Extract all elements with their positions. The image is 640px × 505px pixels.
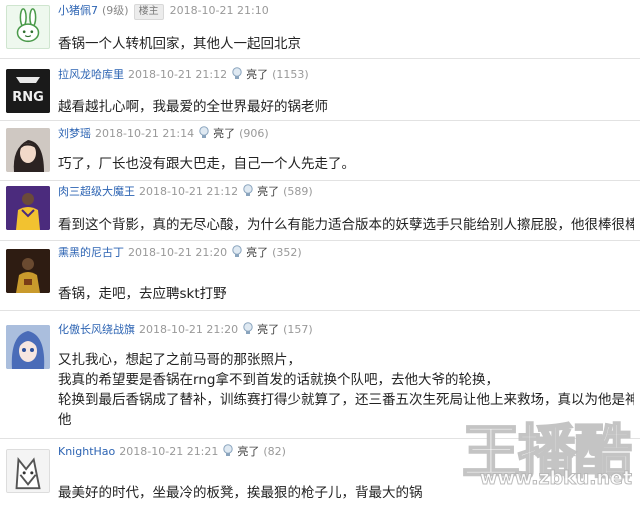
username-link[interactable]: 肉三超级大魔王	[58, 185, 135, 198]
post-time: 2018-10-21 21:12	[139, 185, 239, 198]
rng-logo-icon: RNG	[6, 69, 50, 113]
post-5: 熏黑的尼古丁 2018-10-21 21:20 亮了 (352) 香锅，走吧，去应聘s…	[0, 242, 640, 308]
post-meta: 刘梦瑶 2018-10-21 21:14 亮了 (906)	[58, 125, 269, 143]
username-link[interactable]: 化傲长风绕战旗	[58, 323, 135, 336]
post-content: 香锅，走吧，去应聘skt打野	[58, 284, 634, 304]
post-content: 越看越扎心啊，我最爱的全世界最好的锅老师	[58, 97, 634, 117]
like-count: (82)	[263, 445, 286, 458]
anime-girl-icon	[6, 325, 50, 369]
like-button[interactable]: 亮了	[213, 127, 235, 140]
post-4: 肉三超级大魔王 2018-10-21 21:12 亮了 (589) 看到这个背影，真的…	[0, 182, 640, 240]
post-content: 巧了，厂长也没有跟大巴走，自己一个人先走了。	[58, 154, 634, 174]
user-level: (9级)	[102, 4, 129, 17]
post-meta: KnightHao 2018-10-21 21:21 亮了 (82)	[58, 443, 286, 461]
like-button[interactable]: 亮了	[257, 185, 279, 198]
wolf-avatar[interactable]	[6, 449, 50, 493]
post-time: 2018-10-21 21:21	[119, 445, 219, 458]
lightbulb-icon[interactable]	[231, 245, 243, 259]
post-meta: 熏黑的尼古丁 2018-10-21 21:20 亮了 (352)	[58, 244, 302, 262]
post-time: 2018-10-21 21:10	[169, 4, 269, 17]
girl-photo-icon	[6, 128, 50, 172]
post-1: 小猪佩7 (9级) 楼主 2018-10-21 21:10 香锅一个人转机回家，其他人…	[0, 0, 640, 60]
watermark: 王播酷 www.zbku.net	[432, 405, 633, 505]
lightbulb-icon[interactable]	[242, 322, 254, 336]
post-text: 巧了，厂长也没有跟大巴走，自己一个人先走了。	[58, 156, 355, 172]
like-count: (157)	[283, 323, 313, 336]
post-text-line: 我真的希望要是香锅在rng拿不到首发的话就换个队吧，去他大爷的轮换，	[58, 372, 499, 388]
username-link[interactable]: 刘梦瑶	[58, 127, 91, 140]
purple-jersey-icon	[6, 186, 50, 230]
like-button[interactable]: 亮了	[237, 445, 259, 458]
like-button[interactable]: 亮了	[246, 68, 268, 81]
post-text-line: 又扎我心，想起了之前马哥的那张照片，	[58, 352, 301, 368]
like-count: (906)	[239, 127, 269, 140]
anime-girl-avatar[interactable]	[6, 325, 50, 369]
svg-text:RNG: RNG	[12, 90, 44, 105]
lightbulb-icon[interactable]	[231, 67, 243, 81]
username-link[interactable]: 小猪佩7	[58, 4, 98, 17]
username-link[interactable]: KnightHao	[58, 445, 115, 458]
rabbit-avatar[interactable]	[6, 5, 50, 49]
post-text: 看到这个背影，真的无尽心酸，为什么有能力适合版本的妖孽选手只能给别人擦屁股，他很…	[58, 217, 634, 233]
like-count: (589)	[283, 185, 313, 198]
divider	[0, 120, 640, 121]
girl-photo-avatar[interactable]	[6, 128, 50, 172]
post-meta: 拉风龙哈库里 2018-10-21 21:12 亮了 (1153)	[58, 66, 309, 84]
divider	[0, 240, 640, 241]
post-text: 越看越扎心啊，我最爱的全世界最好的锅老师	[58, 99, 328, 115]
like-button[interactable]: 亮了	[246, 246, 268, 259]
lightbulb-icon[interactable]	[222, 444, 234, 458]
divider	[0, 180, 640, 181]
post-text: 香锅，走吧，去应聘skt打野	[58, 286, 227, 302]
watermark-url: www.zbku.net	[479, 467, 632, 490]
username-link[interactable]: 拉风龙哈库里	[58, 68, 124, 81]
post-time: 2018-10-21 21:20	[139, 323, 239, 336]
like-button[interactable]: 亮了	[257, 323, 279, 336]
lightbulb-icon[interactable]	[198, 126, 210, 140]
post-content: 看到这个背影，真的无尽心酸，为什么有能力适合版本的妖孽选手只能给别人擦屁股，他很…	[58, 215, 634, 235]
post-time: 2018-10-21 21:14	[95, 127, 195, 140]
post-content: 香锅一个人转机回家，其他人一起回北京	[58, 34, 634, 54]
post-text: 香锅一个人转机回家，其他人一起回北京	[58, 36, 301, 52]
post-meta: 肉三超级大魔王 2018-10-21 21:12 亮了 (589)	[58, 183, 313, 201]
rabbit-icon	[16, 8, 40, 43]
dark-photo-avatar[interactable]	[6, 249, 50, 293]
username-link[interactable]: 熏黑的尼古丁	[58, 246, 124, 259]
dark-photo-icon	[6, 249, 50, 293]
like-count: (352)	[272, 246, 302, 259]
post-3: 刘梦瑶 2018-10-21 21:14 亮了 (906) 巧了，厂长也没有跟大巴走，…	[0, 122, 640, 180]
divider	[0, 58, 640, 59]
purple-jersey-avatar[interactable]	[6, 186, 50, 230]
op-badge: 楼主	[133, 4, 164, 20]
post-meta: 化傲长风绕战旗 2018-10-21 21:20 亮了 (157)	[58, 321, 313, 339]
lightbulb-icon[interactable]	[242, 184, 254, 198]
rng-logo-avatar[interactable]: RNG	[6, 69, 50, 113]
wolf-icon	[7, 450, 49, 492]
like-count: (1153)	[272, 68, 309, 81]
post-2: RNG 拉风龙哈库里 2018-10-21 21:12 亮了 (1153) 越看越扎心…	[0, 62, 640, 122]
post-meta: 小猪佩7 (9级) 楼主 2018-10-21 21:10	[58, 2, 273, 20]
divider	[0, 310, 640, 311]
post-time: 2018-10-21 21:20	[128, 246, 228, 259]
post-time: 2018-10-21 21:12	[128, 68, 228, 81]
